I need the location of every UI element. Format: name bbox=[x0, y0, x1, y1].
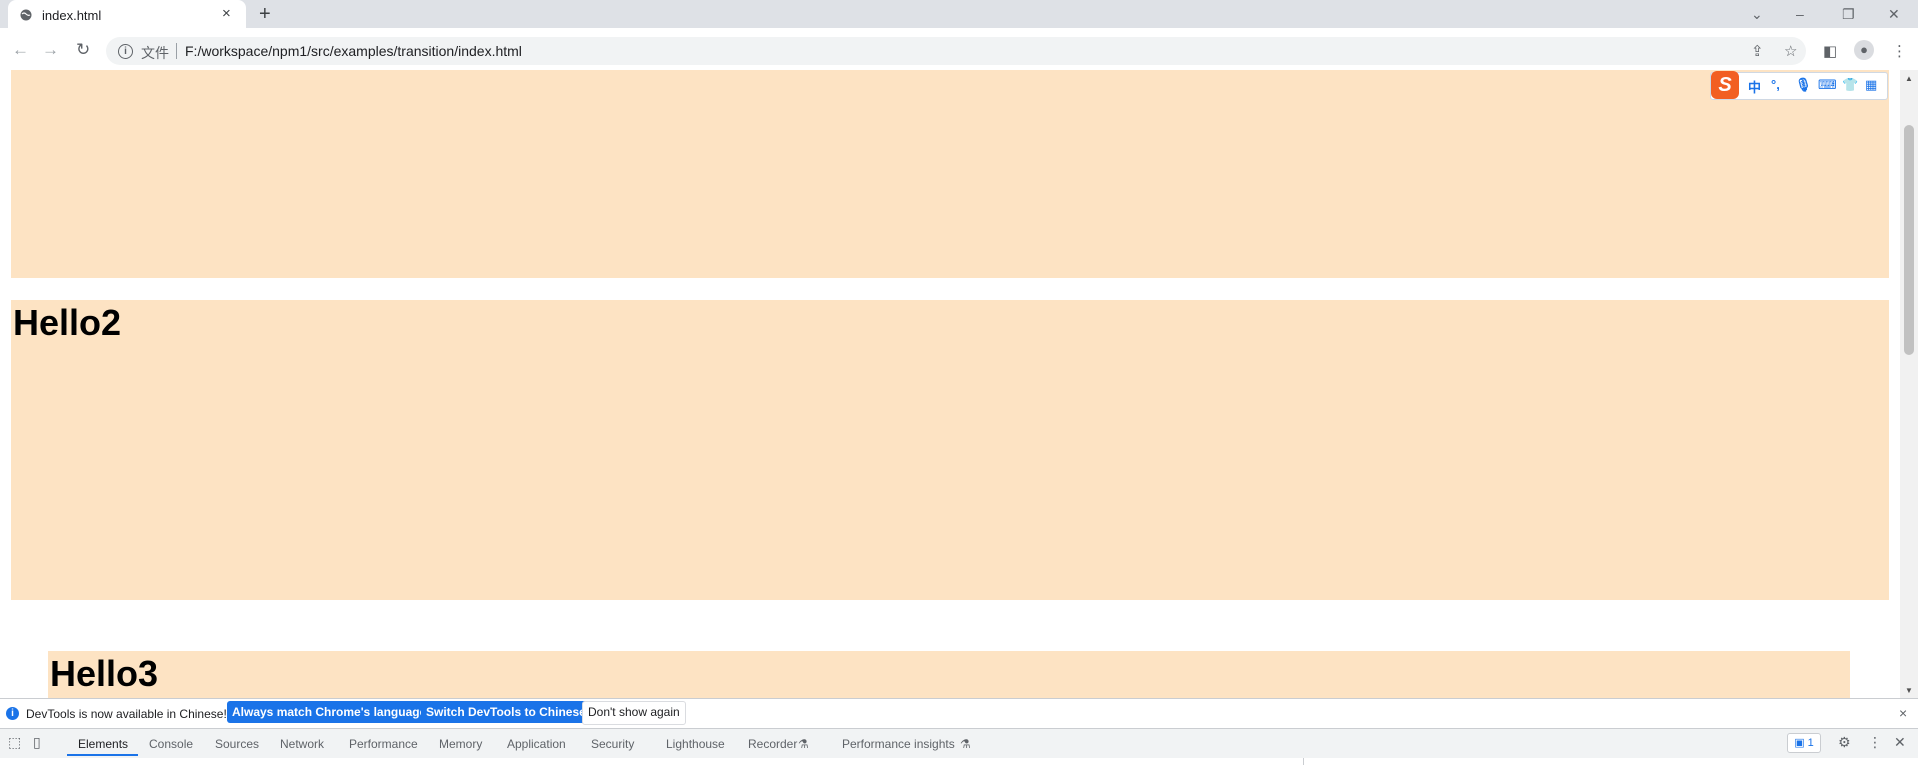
forward-icon[interactable]: → bbox=[42, 41, 59, 58]
scroll-down-icon[interactable]: ▼ bbox=[1905, 686, 1913, 695]
issues-counter-button[interactable]: ▣ 1 bbox=[1787, 733, 1821, 753]
share-icon[interactable]: ⇪ bbox=[1751, 42, 1764, 60]
dont-show-again-button[interactable]: Don't show again bbox=[582, 701, 686, 725]
tab-title: index.html bbox=[42, 8, 102, 23]
scroll-up-icon[interactable]: ▲ bbox=[1905, 74, 1913, 83]
address-separator bbox=[176, 43, 177, 59]
ime-chinese-mode[interactable]: 中 bbox=[1748, 77, 1761, 96]
devtools-panel bbox=[0, 758, 1918, 765]
device-toolbar-icon[interactable]: ▯ bbox=[33, 734, 41, 751]
tab-lighthouse[interactable]: Lighthouse bbox=[666, 737, 725, 751]
tab-elements[interactable]: Elements bbox=[78, 737, 128, 751]
always-match-language-button[interactable]: Always match Chrome's language bbox=[227, 701, 432, 723]
tab-performance-insights[interactable]: Performance insights bbox=[842, 737, 955, 751]
page-viewport: Hello2 Hello3 bbox=[0, 70, 1900, 698]
globe-icon bbox=[20, 9, 32, 21]
new-tab-button[interactable]: + bbox=[259, 4, 271, 24]
box-2-heading: Hello2 bbox=[13, 302, 122, 343]
restore-icon[interactable]: ❐ bbox=[1842, 6, 1855, 23]
sogou-logo[interactable]: S bbox=[1711, 71, 1739, 99]
close-devtools-icon[interactable]: ✕ bbox=[1894, 734, 1906, 751]
tab-network[interactable]: Network bbox=[280, 737, 324, 751]
flask-icon: ⚗ bbox=[960, 737, 971, 751]
content-box-2: Hello2 bbox=[11, 300, 1889, 600]
grid-icon[interactable]: ▦ bbox=[1865, 77, 1877, 93]
flask-icon: ⚗ bbox=[798, 737, 809, 751]
tab-memory[interactable]: Memory bbox=[439, 737, 482, 751]
keyboard-icon[interactable]: ⌨ bbox=[1818, 77, 1837, 93]
bookmark-star-icon[interactable]: ☆ bbox=[1784, 42, 1797, 60]
menu-kebab-icon[interactable]: ⋮ bbox=[1892, 42, 1907, 60]
devtools-menu-icon[interactable]: ⋮ bbox=[1868, 734, 1882, 751]
content-box-3: Hello3 bbox=[48, 651, 1850, 698]
infobar-message: DevTools is now available in Chinese! bbox=[26, 707, 227, 721]
tab-search-icon[interactable]: ⌄ bbox=[1751, 6, 1763, 23]
scheme-label: 文件 bbox=[141, 45, 169, 61]
shirt-icon[interactable]: 👕 bbox=[1842, 77, 1858, 93]
box-3-heading: Hello3 bbox=[50, 653, 159, 694]
ime-punctuation[interactable]: °, bbox=[1771, 77, 1780, 92]
settings-gear-icon[interactable]: ⚙ bbox=[1838, 734, 1851, 751]
minimize-icon[interactable]: – bbox=[1796, 6, 1804, 22]
close-window-icon[interactable]: ✕ bbox=[1888, 6, 1900, 23]
tab-application[interactable]: Application bbox=[507, 737, 566, 751]
issues-count: 1 bbox=[1807, 737, 1814, 749]
url-text[interactable]: F:/workspace/npm1/src/examples/transitio… bbox=[185, 43, 522, 59]
content-box-1 bbox=[11, 70, 1889, 278]
tab-performance[interactable]: Performance bbox=[349, 737, 418, 751]
active-tab-indicator bbox=[67, 754, 138, 756]
reload-icon[interactable]: ↻ bbox=[76, 41, 90, 58]
tab-strip bbox=[0, 0, 1918, 28]
tab-close-icon[interactable]: × bbox=[222, 6, 231, 21]
profile-avatar-icon[interactable]: ● bbox=[1854, 40, 1874, 60]
inspect-element-icon[interactable]: ⬚ bbox=[8, 734, 21, 751]
info-icon: i bbox=[6, 707, 19, 720]
tab-sources[interactable]: Sources bbox=[215, 737, 259, 751]
panel-splitter[interactable] bbox=[1303, 758, 1304, 765]
site-info-icon[interactable]: i bbox=[118, 44, 133, 59]
scroll-thumb[interactable] bbox=[1904, 125, 1914, 355]
tab-recorder[interactable]: Recorder bbox=[748, 737, 797, 751]
side-panel-icon[interactable]: ◧ bbox=[1823, 42, 1837, 60]
back-icon[interactable]: ← bbox=[12, 41, 29, 58]
infobar-close-icon[interactable]: × bbox=[1899, 705, 1907, 721]
tab-security[interactable]: Security bbox=[591, 737, 634, 751]
switch-to-chinese-button[interactable]: Switch DevTools to Chinese bbox=[421, 701, 591, 723]
mic-icon[interactable]: 🎙 bbox=[1795, 77, 1812, 93]
tab-console[interactable]: Console bbox=[149, 737, 193, 751]
